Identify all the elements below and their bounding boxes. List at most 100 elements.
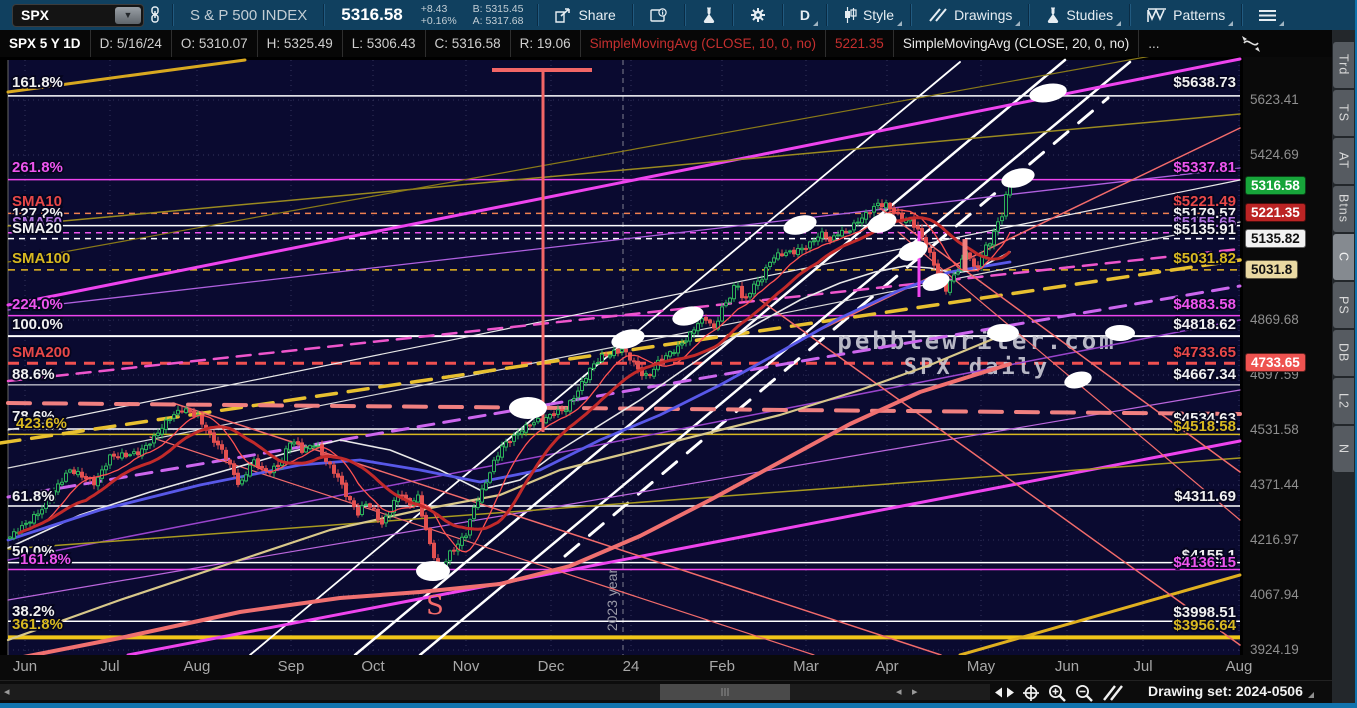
price-axis-badge: 5135.82 [1245, 228, 1306, 248]
sidebar-tab-at[interactable]: AT [1333, 138, 1354, 184]
drawings-label: Drawings [954, 7, 1013, 23]
crosshair-mode-icon[interactable] [1240, 34, 1262, 54]
sidebar-tab-label: Btns [1336, 194, 1351, 224]
sidebar-tab-btns[interactable]: Btns [1333, 186, 1354, 232]
news-button[interactable] [640, 0, 678, 30]
share-button[interactable]: Share [545, 0, 625, 30]
link-icon[interactable] [144, 4, 166, 26]
level-label: 88.6% [12, 366, 55, 383]
divider [910, 4, 913, 26]
time-axis-label: 24 [622, 658, 640, 675]
scroll-left-arrow[interactable]: ◂ [4, 685, 10, 698]
change-percent: +0.16% [420, 15, 457, 27]
chart-title: SPX 5 Y 1D [0, 30, 91, 57]
level-label: SMA20 [12, 220, 62, 237]
time-axis-label: Jun [12, 658, 38, 675]
instrument-name: S & P 500 INDEX [190, 6, 308, 24]
level-label: 261.8% [12, 159, 63, 176]
share-icon [555, 7, 571, 23]
highlight-ellipse[interactable] [416, 561, 450, 581]
level-label: $4818.62 [1173, 316, 1236, 333]
price-axis-tick: 4371.44 [1250, 476, 1299, 492]
price-axis-tick: 4067.94 [1250, 586, 1299, 602]
sidebar-tab-l2[interactable]: L2 [1333, 378, 1354, 424]
drawings-button[interactable]: Drawings [918, 0, 1022, 30]
sidebar-tab-ts[interactable]: TS [1333, 90, 1354, 136]
level-label: $4136.15 [1173, 554, 1236, 571]
timeframe-button[interactable]: D [790, 0, 820, 30]
sidebar-tab-ps[interactable]: PS [1333, 282, 1354, 328]
chart-header: SPX 5 Y 1D D: 5/16/24 O: 5310.07 H: 5325… [0, 30, 1332, 57]
scroll-step-left[interactable]: ◂ [896, 685, 902, 698]
flask-icon [703, 7, 714, 23]
drawing-set-selector[interactable]: Drawing set: 2024-0506 [1148, 683, 1314, 699]
settings-button[interactable] [740, 0, 776, 30]
highlight-ellipse[interactable] [1105, 325, 1135, 341]
price-chart[interactable]: pebblewriter.comSPX daily2023 yearS161.8… [0, 57, 1243, 655]
zoom-out-icon[interactable] [1075, 684, 1093, 702]
divider [1129, 4, 1132, 26]
level-label: 423.6% [16, 415, 67, 432]
zoom-in-icon[interactable] [1048, 684, 1066, 702]
sidebar-tab-label: TS [1336, 104, 1351, 122]
symbol-dropdown-button[interactable]: ▼ [115, 6, 141, 24]
time-axis[interactable]: Jun Jul Aug Sep Oct Nov Dec 24 Feb Mar Apr May Jun Ju… [0, 655, 1332, 680]
divider [683, 4, 686, 26]
chart-hscrollbar[interactable] [0, 684, 990, 700]
year-divider-label: 2023 year [604, 569, 620, 632]
time-axis-label: Aug [1225, 658, 1253, 675]
highlight-ellipse[interactable] [987, 324, 1019, 342]
analyze-button[interactable] [692, 0, 726, 30]
news-icon [650, 7, 667, 22]
level-label: 161.8% [20, 551, 71, 568]
menu-button[interactable] [1249, 0, 1286, 30]
price-axis-badge: 5031.8 [1245, 259, 1299, 279]
level-label: $4667.34 [1173, 366, 1236, 383]
top-toolbar: SPX ▼ S & P 500 INDEX 5316.58 +8.43 +0.1… [0, 0, 1357, 30]
level-label: $5638.73 [1173, 74, 1236, 91]
time-axis-label: Apr [875, 658, 899, 675]
divider [537, 4, 540, 26]
studies-label: Studies [1066, 7, 1114, 23]
divider [781, 4, 784, 26]
change-value: +8.43 [420, 3, 448, 15]
sidebar-tab-c[interactable]: C [1333, 234, 1354, 280]
study2-label[interactable]: SimpleMovingAvg (CLOSE, 20, 0, no) [894, 30, 1140, 57]
symbol-combo[interactable]: SPX ▼ [12, 3, 144, 27]
divider [731, 4, 734, 26]
bottom-bar: ◂ ◂ ▸ Drawing set: 2024-0506 [0, 680, 1332, 704]
symbol-input[interactable]: SPX [13, 7, 113, 23]
price-axis-tick: 4869.68 [1250, 311, 1299, 327]
wave-label: S [426, 591, 444, 621]
price-axis[interactable]: 5623.41 5424.69 4869.68 4697.59 4531.58 4371.… [1243, 57, 1332, 657]
pan-mode-icon[interactable] [995, 686, 1014, 699]
scrollbar-thumb[interactable] [660, 684, 790, 700]
auto-center-icon[interactable] [1023, 684, 1039, 701]
studies-button[interactable]: Studies [1036, 0, 1123, 30]
study1-label[interactable]: SimpleMovingAvg (CLOSE, 10, 0, no) [581, 30, 827, 57]
ohlc-high: H: 5325.49 [258, 30, 343, 57]
studies-more[interactable]: ... [1139, 30, 1168, 57]
sidebar-tab-label: AT [1336, 152, 1351, 170]
price-axis-badge: 5221.35 [1245, 203, 1306, 223]
sidebar-tab-label: C [1336, 251, 1351, 263]
change-block: +8.43 +0.16% [421, 3, 457, 27]
sidebar-tab-label: Trd [1336, 54, 1351, 76]
style-button[interactable]: Style [834, 0, 904, 30]
highlight-ellipse[interactable] [509, 397, 547, 419]
time-axis-label: Sep [277, 658, 305, 675]
timeframe-label: D [799, 7, 810, 23]
sidebar-tab-n[interactable]: N [1333, 426, 1354, 472]
level-label: $4518.58 [1173, 418, 1236, 435]
level-label: $5031.82 [1173, 250, 1236, 267]
price-axis-badge: 5316.58 [1245, 175, 1306, 195]
drawing-tools-icon[interactable] [1102, 684, 1124, 701]
level-label: 161.8% [12, 74, 63, 91]
sidebar-tab-trd[interactable]: Trd [1333, 42, 1354, 88]
price-axis-tick: 4216.97 [1250, 531, 1299, 547]
window-edge-bottom [0, 703, 1357, 708]
patterns-button[interactable]: Patterns [1137, 0, 1235, 30]
sidebar-tab-db[interactable]: DB [1333, 330, 1354, 376]
patterns-icon [1147, 7, 1167, 22]
scroll-step-right[interactable]: ▸ [912, 685, 918, 698]
